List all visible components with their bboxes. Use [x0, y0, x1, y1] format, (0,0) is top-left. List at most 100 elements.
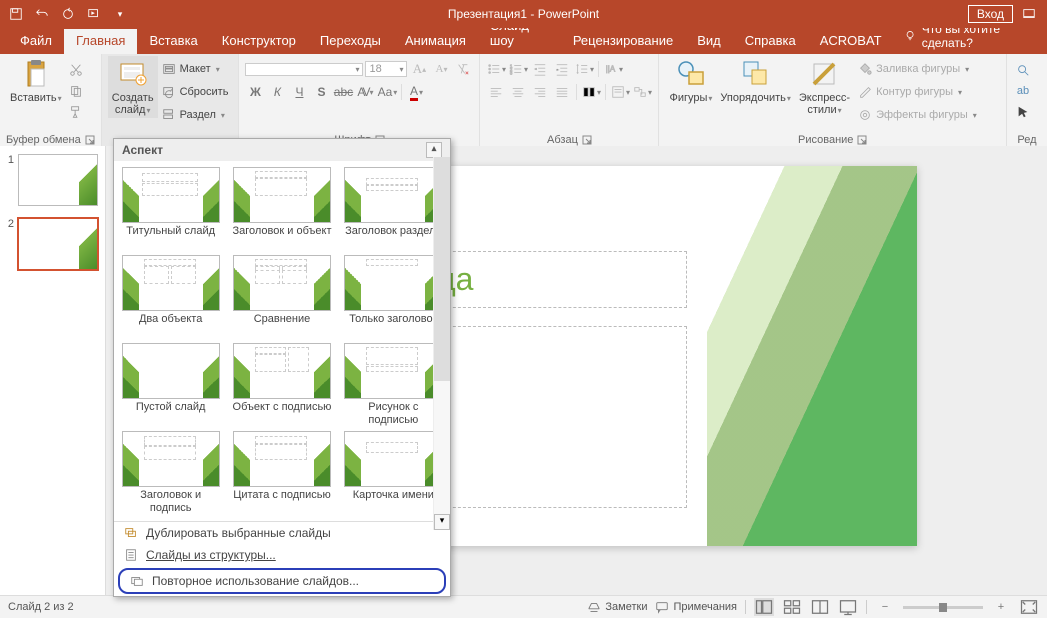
numbering-icon[interactable]: 123▾	[508, 59, 528, 79]
notes-button[interactable]: Заметки	[587, 600, 647, 614]
reading-view-icon[interactable]	[810, 598, 830, 616]
justify-icon[interactable]	[552, 82, 572, 102]
shape-effects-button[interactable]: Эффекты фигуры▾	[854, 104, 981, 126]
sign-in-button[interactable]: Вход	[968, 5, 1013, 23]
italic-icon[interactable]: К	[267, 82, 287, 102]
slides-from-outline-item[interactable]: Слайды из структуры...	[114, 544, 450, 566]
dialog-launcher-icon[interactable]	[85, 135, 95, 145]
fit-to-window-icon[interactable]	[1019, 598, 1039, 616]
layout-option[interactable]: Объект с подписью	[231, 343, 332, 427]
slide-thumbnail-1[interactable]: 1	[0, 152, 105, 208]
font-name-combo[interactable]: ▾	[245, 63, 363, 76]
scroll-up-icon[interactable]: ▴	[426, 142, 442, 158]
change-case-icon[interactable]: Aa▾	[377, 82, 397, 102]
shape-outline-button[interactable]: Контур фигуры▾	[854, 81, 981, 103]
layout-option[interactable]: Заголовок и объект	[231, 167, 332, 251]
bullets-icon[interactable]: ▾	[486, 59, 506, 79]
copy-icon[interactable]	[66, 81, 86, 101]
slideshow-view-icon[interactable]	[838, 598, 858, 616]
layout-option[interactable]: Рисунок с подписью	[343, 343, 444, 427]
redo-icon[interactable]	[56, 2, 80, 26]
align-text-icon[interactable]: ▾	[610, 82, 630, 102]
group-paragraph: ▾ 123▾ ▾ ||A▾ ▾ ▾ ▾ Абзац	[480, 54, 659, 148]
slide-thumbnail-2[interactable]: 2	[0, 216, 105, 272]
tab-view[interactable]: Вид	[685, 29, 733, 54]
align-right-icon[interactable]	[530, 82, 550, 102]
svg-text:||A: ||A	[606, 65, 616, 74]
replace-icon[interactable]: ab	[1013, 81, 1033, 101]
layout-option[interactable]: Сравнение	[231, 255, 332, 339]
shape-fill-button[interactable]: Заливка фигуры▾	[854, 58, 981, 80]
layout-option[interactable]: Титульный слайд	[120, 167, 221, 251]
start-from-beginning-icon[interactable]	[82, 2, 106, 26]
bold-icon[interactable]: Ж	[245, 82, 265, 102]
find-icon[interactable]	[1013, 60, 1033, 80]
layout-option[interactable]: Карточка имени	[343, 431, 444, 515]
increase-indent-icon[interactable]	[552, 59, 572, 79]
undo-icon[interactable]	[30, 2, 54, 26]
tab-home[interactable]: Главная	[64, 29, 137, 54]
decrease-indent-icon[interactable]	[530, 59, 550, 79]
cut-icon[interactable]	[66, 60, 86, 80]
duplicate-slides-item[interactable]: Дублировать выбранные слайды	[114, 522, 450, 544]
gallery-header: Аспект ▴	[114, 139, 450, 161]
save-icon[interactable]	[4, 2, 28, 26]
tab-transitions[interactable]: Переходы	[308, 29, 393, 54]
sorter-view-icon[interactable]	[782, 598, 802, 616]
dialog-launcher-icon[interactable]	[582, 135, 592, 145]
font-color-icon[interactable]: A▾	[406, 82, 426, 102]
tab-help[interactable]: Справка	[733, 29, 808, 54]
strikethrough-icon[interactable]: abc	[333, 82, 353, 102]
new-slide-button[interactable]: Создать слайд▾	[108, 56, 158, 118]
line-spacing-icon[interactable]: ▾	[574, 59, 594, 79]
normal-view-icon[interactable]	[754, 598, 774, 616]
paste-button[interactable]: Вставить▾	[6, 56, 66, 106]
align-left-icon[interactable]	[486, 82, 506, 102]
qat-customize-icon[interactable]: ▾	[108, 2, 132, 26]
format-painter-icon[interactable]	[66, 102, 86, 122]
scroll-down-icon[interactable]: ▾	[434, 514, 450, 530]
zoom-slider[interactable]	[903, 606, 983, 609]
layout-option[interactable]: Два объекта	[120, 255, 221, 339]
tab-insert[interactable]: Вставка	[137, 29, 209, 54]
layout-option[interactable]: Только заголовок	[343, 255, 444, 339]
layout-option[interactable]: Пустой слайд	[120, 343, 221, 427]
clear-formatting-icon[interactable]	[453, 59, 473, 79]
text-direction-icon[interactable]: ||A▾	[603, 59, 623, 79]
select-icon[interactable]	[1013, 102, 1033, 122]
tab-file[interactable]: Файл	[8, 29, 64, 54]
group-drawing-label: Рисование	[798, 134, 853, 146]
tab-animations[interactable]: Анимация	[393, 29, 478, 54]
tab-acrobat[interactable]: ACROBAT	[808, 29, 894, 54]
smartart-icon[interactable]: ▾	[632, 82, 652, 102]
reset-button[interactable]: Сбросить	[158, 81, 233, 103]
group-font: ▾ 18▾ A▴ A▾ Ж К Ч S abc AV▾ Aa▾ A▾ Шрифт	[239, 54, 480, 148]
tab-review[interactable]: Рецензирование	[561, 29, 685, 54]
zoom-out-icon[interactable]: −	[875, 598, 895, 616]
shrink-font-icon[interactable]: A▾	[431, 59, 451, 79]
layout-button[interactable]: Макет▾	[158, 58, 233, 80]
section-button[interactable]: Раздел▾	[158, 104, 233, 126]
underline-icon[interactable]: Ч	[289, 82, 309, 102]
tab-design[interactable]: Конструктор	[210, 29, 308, 54]
grow-font-icon[interactable]: A▴	[409, 59, 429, 79]
dialog-launcher-icon[interactable]	[857, 135, 867, 145]
ribbon: Вставить▾ Буфер обмена Создать слайд▾ Ма…	[0, 54, 1047, 147]
quick-styles-button[interactable]: Экспресс- стили▾	[795, 56, 854, 118]
comments-button[interactable]: Примечания	[655, 600, 737, 614]
gallery-footer: Дублировать выбранные слайды Слайды из с…	[114, 521, 450, 594]
zoom-in-icon[interactable]: +	[991, 598, 1011, 616]
columns-icon[interactable]: ▾	[581, 82, 601, 102]
align-center-icon[interactable]	[508, 82, 528, 102]
arrange-button[interactable]: Упорядочить▾	[716, 56, 794, 106]
layout-option[interactable]: Цитата с подписью	[231, 431, 332, 515]
reuse-slides-item[interactable]: Повторное использование слайдов...	[118, 568, 446, 594]
char-spacing-icon[interactable]: AV▾	[355, 82, 375, 102]
font-size-combo[interactable]: 18▾	[365, 61, 407, 77]
shadow-icon[interactable]: S	[311, 82, 331, 102]
gallery-scrollbar[interactable]: ▾	[433, 157, 450, 530]
shapes-button[interactable]: Фигуры▾	[665, 56, 716, 106]
layout-option[interactable]: Заголовок раздела	[343, 167, 444, 251]
ribbon-display-options-icon[interactable]	[1017, 2, 1041, 26]
layout-option[interactable]: Заголовок и подпись	[120, 431, 221, 515]
